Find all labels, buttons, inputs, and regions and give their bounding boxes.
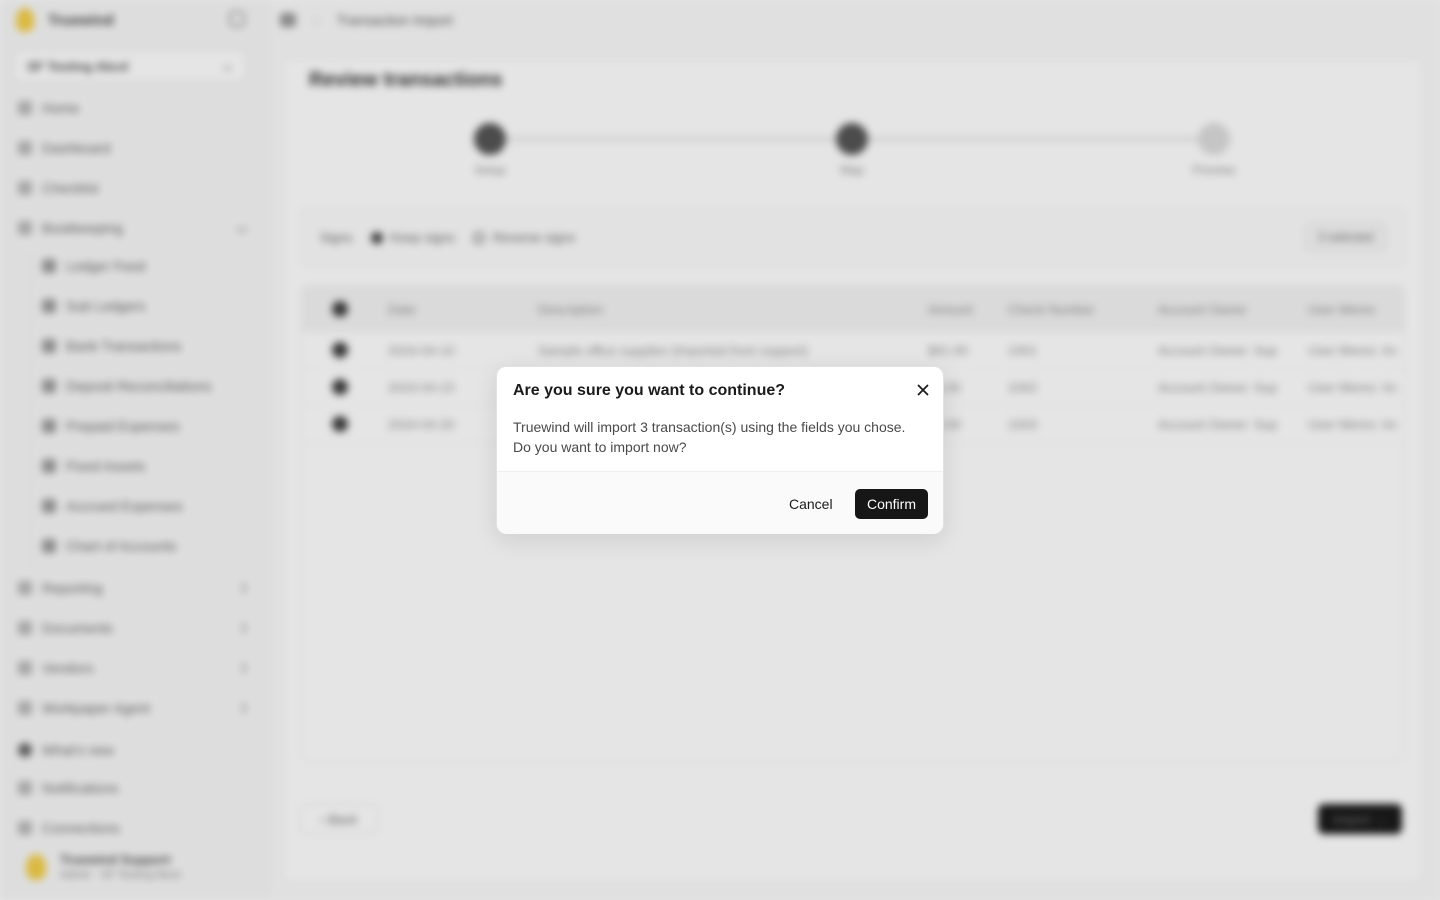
dialog-message-line: Do you want to import now? xyxy=(513,439,687,455)
dialog-message: Truewind will import 3 transaction(s) us… xyxy=(513,417,933,457)
cancel-button[interactable]: Cancel xyxy=(779,489,843,519)
dialog-title: Are you sure you want to continue? xyxy=(513,382,786,399)
close-icon-glyph xyxy=(917,384,929,396)
dialog-message-line: Truewind will import 3 transaction(s) us… xyxy=(513,419,906,435)
dialog-footer: Cancel Confirm xyxy=(497,471,943,534)
confirm-button[interactable]: Confirm xyxy=(855,489,928,519)
confirm-dialog: Are you sure you want to continue? Truew… xyxy=(496,366,944,534)
close-icon[interactable] xyxy=(912,379,934,401)
